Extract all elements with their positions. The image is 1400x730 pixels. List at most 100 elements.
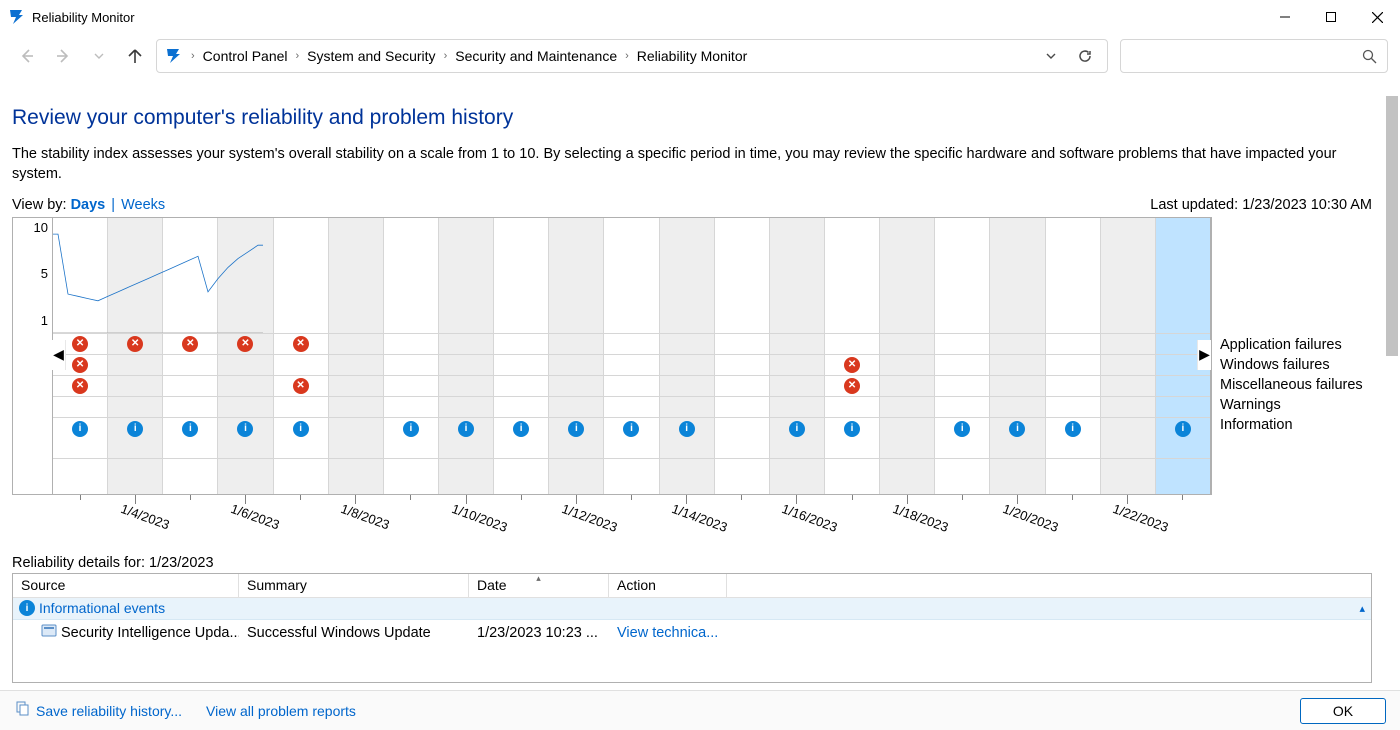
event-cell[interactable] [879,355,934,375]
event-cell[interactable] [659,355,714,375]
close-button[interactable] [1354,1,1400,33]
event-cell[interactable] [989,376,1044,396]
event-cell[interactable] [934,376,989,396]
col-source[interactable]: Source [13,574,239,597]
breadcrumb-item[interactable]: Reliability Monitor [637,48,747,64]
event-cell[interactable] [273,355,328,375]
event-cell[interactable] [438,334,493,354]
col-date[interactable]: Date▴ [469,574,609,597]
event-cell[interactable] [1100,334,1155,354]
event-cell[interactable] [603,397,658,417]
event-cell[interactable] [603,334,658,354]
event-cell[interactable] [769,355,824,375]
breadcrumb-item[interactable]: System and Security [307,48,435,64]
event-cell[interactable]: i [107,418,162,458]
event-cell[interactable]: i [824,418,879,458]
event-cell[interactable] [53,397,107,417]
col-action[interactable]: Action [609,574,727,597]
breadcrumb-item[interactable]: Control Panel [203,48,288,64]
event-cell[interactable]: ✕ [824,376,879,396]
event-cell[interactable] [603,376,658,396]
event-cell[interactable] [989,397,1044,417]
chevron-right-icon[interactable]: › [442,50,450,62]
event-cell[interactable] [493,397,548,417]
event-cell[interactable] [769,376,824,396]
back-button[interactable] [12,41,42,71]
event-cell[interactable] [217,397,272,417]
event-cell[interactable] [1100,418,1155,458]
search-input[interactable] [1120,39,1388,73]
event-cell[interactable] [989,355,1044,375]
event-cell[interactable]: ✕ [162,334,217,354]
event-cell[interactable] [548,334,603,354]
event-cell[interactable] [493,376,548,396]
chart-grid[interactable]: ✕✕✕✕✕✕✕✕✕✕iiiiiiiiiiiiiiiii ◀ ▶ [53,218,1211,494]
event-cell[interactable]: ✕ [217,334,272,354]
col-summary[interactable]: Summary [239,574,469,597]
event-cell[interactable] [107,376,162,396]
event-cell[interactable]: ✕ [824,355,879,375]
event-cell[interactable]: i [1045,418,1100,458]
event-cell[interactable] [548,355,603,375]
chevron-right-icon[interactable]: › [189,50,197,62]
viewby-weeks-link[interactable]: Weeks [121,197,165,213]
event-cell[interactable]: ✕ [273,334,328,354]
event-cell[interactable]: i [548,418,603,458]
event-cell[interactable]: i [934,418,989,458]
event-cell[interactable] [273,397,328,417]
refresh-button[interactable] [1071,42,1099,70]
event-cell[interactable] [548,397,603,417]
event-cell[interactable] [438,355,493,375]
event-cell[interactable] [934,334,989,354]
breadcrumb-item[interactable]: Security and Maintenance [455,48,617,64]
event-cell[interactable] [824,397,879,417]
event-cell[interactable]: i [659,418,714,458]
event-cell[interactable]: ✕ [107,334,162,354]
event-cell[interactable] [107,397,162,417]
view-details-link[interactable]: View technica... [609,625,749,641]
chevron-right-icon[interactable]: › [294,50,302,62]
event-cell[interactable] [1100,355,1155,375]
event-cell[interactable] [383,376,438,396]
event-cell[interactable] [1045,376,1100,396]
event-cell[interactable] [1155,376,1210,396]
forward-button[interactable] [48,41,78,71]
event-cell[interactable] [1045,334,1100,354]
event-cell[interactable] [217,355,272,375]
event-cell[interactable] [659,376,714,396]
event-cell[interactable] [659,334,714,354]
address-bar[interactable]: › Control Panel › System and Security › … [156,39,1108,73]
event-cell[interactable]: i [162,418,217,458]
event-cell[interactable]: i [438,418,493,458]
event-cell[interactable] [879,334,934,354]
event-cell[interactable] [328,334,383,354]
event-cell[interactable] [879,418,934,458]
event-cell[interactable] [714,418,769,458]
event-cell[interactable]: i [383,418,438,458]
event-cell[interactable] [162,397,217,417]
event-cell[interactable] [217,376,272,396]
event-cell[interactable] [328,397,383,417]
event-cell[interactable]: i [769,418,824,458]
table-row[interactable]: Security Intelligence Upda... Successful… [13,620,1371,646]
event-cell[interactable]: i [603,418,658,458]
event-cell[interactable] [769,397,824,417]
event-cell[interactable] [1045,397,1100,417]
event-cell[interactable]: ✕ [53,376,107,396]
event-cell[interactable] [548,376,603,396]
event-cell[interactable] [162,355,217,375]
group-informational[interactable]: iInformational events ▴ [13,598,1371,620]
event-cell[interactable]: i [493,418,548,458]
scroll-right-button[interactable]: ▶ [1197,340,1211,370]
address-dropdown[interactable] [1037,42,1065,70]
event-cell[interactable] [879,376,934,396]
event-cell[interactable]: i [989,418,1044,458]
event-cell[interactable] [383,397,438,417]
ok-button[interactable]: OK [1300,698,1386,724]
chevron-right-icon[interactable]: › [623,50,631,62]
event-cell[interactable] [934,355,989,375]
event-cell[interactable] [107,355,162,375]
event-cell[interactable] [383,355,438,375]
event-cell[interactable] [659,397,714,417]
event-cell[interactable] [714,334,769,354]
